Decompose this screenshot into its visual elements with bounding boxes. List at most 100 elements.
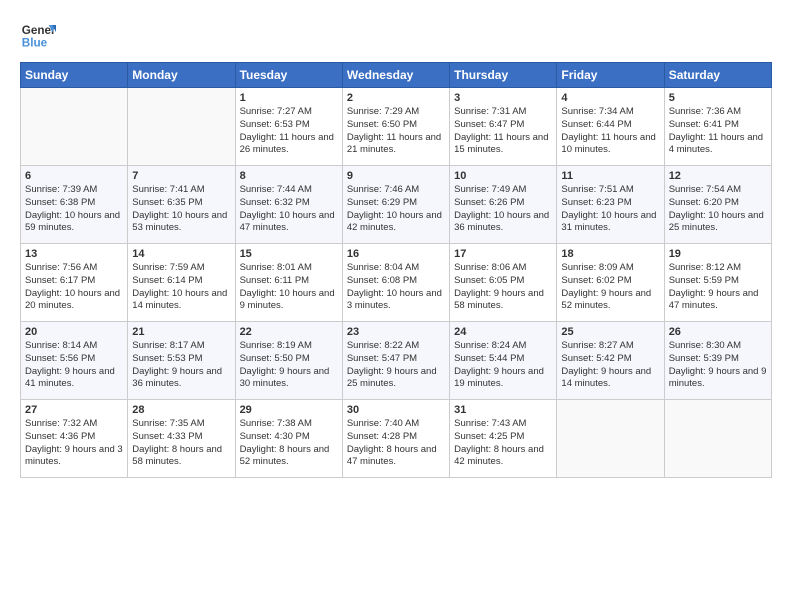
cell-content-line: Daylight: 8 hours and 47 minutes.: [347, 444, 445, 470]
cell-content-line: Sunrise: 8:12 AM: [669, 262, 767, 275]
cell-content-line: Sunset: 6:35 PM: [132, 197, 230, 210]
cell-content-line: Sunrise: 7:40 AM: [347, 418, 445, 431]
cell-content-line: Sunset: 6:17 PM: [25, 275, 123, 288]
calendar-cell: [21, 88, 128, 166]
cell-content-line: Sunrise: 7:35 AM: [132, 418, 230, 431]
cell-content-line: Sunset: 6:20 PM: [669, 197, 767, 210]
weekday-header-saturday: Saturday: [664, 63, 771, 88]
cell-content-line: Daylight: 10 hours and 59 minutes.: [25, 210, 123, 236]
cell-content-line: Daylight: 9 hours and 47 minutes.: [669, 288, 767, 314]
cell-content-line: Sunset: 4:33 PM: [132, 431, 230, 444]
weekday-header-tuesday: Tuesday: [235, 63, 342, 88]
cell-content-line: Sunset: 6:23 PM: [561, 197, 659, 210]
calendar-cell: 29Sunrise: 7:38 AMSunset: 4:30 PMDayligh…: [235, 400, 342, 478]
day-number: 6: [25, 170, 123, 182]
cell-content-line: Sunrise: 7:36 AM: [669, 106, 767, 119]
cell-content-line: Sunset: 4:30 PM: [240, 431, 338, 444]
cell-content-line: Sunrise: 7:38 AM: [240, 418, 338, 431]
week-row-1: 1Sunrise: 7:27 AMSunset: 6:53 PMDaylight…: [21, 88, 772, 166]
day-number: 20: [25, 326, 123, 338]
calendar-cell: 2Sunrise: 7:29 AMSunset: 6:50 PMDaylight…: [342, 88, 449, 166]
calendar-cell: 18Sunrise: 8:09 AMSunset: 6:02 PMDayligh…: [557, 244, 664, 322]
day-number: 3: [454, 92, 552, 104]
cell-content-line: Sunrise: 8:14 AM: [25, 340, 123, 353]
day-number: 24: [454, 326, 552, 338]
cell-content-line: Daylight: 9 hours and 52 minutes.: [561, 288, 659, 314]
day-number: 17: [454, 248, 552, 260]
cell-content-line: Sunrise: 7:49 AM: [454, 184, 552, 197]
header: General Blue: [20, 16, 772, 52]
logo: General Blue: [20, 16, 56, 52]
cell-content-line: Daylight: 9 hours and 41 minutes.: [25, 366, 123, 392]
day-number: 19: [669, 248, 767, 260]
cell-content-line: Daylight: 10 hours and 36 minutes.: [454, 210, 552, 236]
day-number: 27: [25, 404, 123, 416]
cell-content-line: Daylight: 9 hours and 9 minutes.: [669, 366, 767, 392]
calendar-cell: 19Sunrise: 8:12 AMSunset: 5:59 PMDayligh…: [664, 244, 771, 322]
calendar-cell: 21Sunrise: 8:17 AMSunset: 5:53 PMDayligh…: [128, 322, 235, 400]
cell-content-line: Sunrise: 7:39 AM: [25, 184, 123, 197]
day-number: 14: [132, 248, 230, 260]
calendar-cell: 15Sunrise: 8:01 AMSunset: 6:11 PMDayligh…: [235, 244, 342, 322]
cell-content-line: Daylight: 10 hours and 9 minutes.: [240, 288, 338, 314]
calendar-cell: 13Sunrise: 7:56 AMSunset: 6:17 PMDayligh…: [21, 244, 128, 322]
cell-content-line: Sunrise: 7:46 AM: [347, 184, 445, 197]
logo-icon: General Blue: [20, 16, 56, 52]
day-number: 7: [132, 170, 230, 182]
cell-content-line: Sunrise: 7:54 AM: [669, 184, 767, 197]
calendar-cell: 7Sunrise: 7:41 AMSunset: 6:35 PMDaylight…: [128, 166, 235, 244]
cell-content-line: Sunset: 6:53 PM: [240, 119, 338, 132]
cell-content-line: Sunrise: 7:51 AM: [561, 184, 659, 197]
day-number: 10: [454, 170, 552, 182]
cell-content-line: Daylight: 8 hours and 42 minutes.: [454, 444, 552, 470]
day-number: 25: [561, 326, 659, 338]
day-number: 15: [240, 248, 338, 260]
calendar-cell: 11Sunrise: 7:51 AMSunset: 6:23 PMDayligh…: [557, 166, 664, 244]
cell-content-line: Daylight: 8 hours and 52 minutes.: [240, 444, 338, 470]
calendar-cell: 27Sunrise: 7:32 AMSunset: 4:36 PMDayligh…: [21, 400, 128, 478]
day-number: 4: [561, 92, 659, 104]
weekday-header-wednesday: Wednesday: [342, 63, 449, 88]
day-number: 21: [132, 326, 230, 338]
calendar-cell: 26Sunrise: 8:30 AMSunset: 5:39 PMDayligh…: [664, 322, 771, 400]
svg-text:Blue: Blue: [22, 37, 48, 50]
cell-content-line: Sunset: 6:14 PM: [132, 275, 230, 288]
calendar-cell: 28Sunrise: 7:35 AMSunset: 4:33 PMDayligh…: [128, 400, 235, 478]
cell-content-line: Sunset: 6:26 PM: [454, 197, 552, 210]
cell-content-line: Daylight: 9 hours and 30 minutes.: [240, 366, 338, 392]
cell-content-line: Sunset: 6:29 PM: [347, 197, 445, 210]
day-number: 8: [240, 170, 338, 182]
day-number: 16: [347, 248, 445, 260]
calendar-cell: 14Sunrise: 7:59 AMSunset: 6:14 PMDayligh…: [128, 244, 235, 322]
cell-content-line: Daylight: 11 hours and 15 minutes.: [454, 132, 552, 158]
cell-content-line: Daylight: 11 hours and 26 minutes.: [240, 132, 338, 158]
day-number: 23: [347, 326, 445, 338]
calendar-cell: 23Sunrise: 8:22 AMSunset: 5:47 PMDayligh…: [342, 322, 449, 400]
weekday-header-monday: Monday: [128, 63, 235, 88]
cell-content-line: Sunrise: 7:29 AM: [347, 106, 445, 119]
calendar-cell: 20 Sunrise: 8:14 AMSunset: 5:56 PMDayligh…: [21, 322, 128, 400]
cell-content-line: Daylight: 10 hours and 42 minutes.: [347, 210, 445, 236]
day-number: 11: [561, 170, 659, 182]
cell-content-line: Sunrise: 8:24 AM: [454, 340, 552, 353]
calendar-cell: 24Sunrise: 8:24 AMSunset: 5:44 PMDayligh…: [450, 322, 557, 400]
cell-content-line: Sunset: 6:38 PM: [25, 197, 123, 210]
calendar-cell: 31Sunrise: 7:43 AMSunset: 4:25 PMDayligh…: [450, 400, 557, 478]
cell-content-line: Daylight: 9 hours and 58 minutes.: [454, 288, 552, 314]
cell-content-line: Sunset: 6:02 PM: [561, 275, 659, 288]
weekday-header-friday: Friday: [557, 63, 664, 88]
calendar-cell: 8Sunrise: 7:44 AMSunset: 6:32 PMDaylight…: [235, 166, 342, 244]
weekday-header-thursday: Thursday: [450, 63, 557, 88]
cell-content-line: Daylight: 8 hours and 58 minutes.: [132, 444, 230, 470]
cell-content-line: Sunrise: 8:17 AM: [132, 340, 230, 353]
calendar-cell: 25Sunrise: 8:27 AMSunset: 5:42 PMDayligh…: [557, 322, 664, 400]
calendar-cell: 3Sunrise: 7:31 AMSunset: 6:47 PMDaylight…: [450, 88, 557, 166]
cell-content-line: Sunrise: 8:30 AM: [669, 340, 767, 353]
cell-content-line: Sunrise: 7:41 AM: [132, 184, 230, 197]
cell-content-line: Sunrise: 8:19 AM: [240, 340, 338, 353]
cell-content-line: Sunset: 6:47 PM: [454, 119, 552, 132]
cell-content-line: Sunset: 4:25 PM: [454, 431, 552, 444]
cell-content-line: Sunset: 5:56 PM: [25, 353, 123, 366]
calendar-cell: 9Sunrise: 7:46 AMSunset: 6:29 PMDaylight…: [342, 166, 449, 244]
calendar-cell: 17Sunrise: 8:06 AMSunset: 6:05 PMDayligh…: [450, 244, 557, 322]
